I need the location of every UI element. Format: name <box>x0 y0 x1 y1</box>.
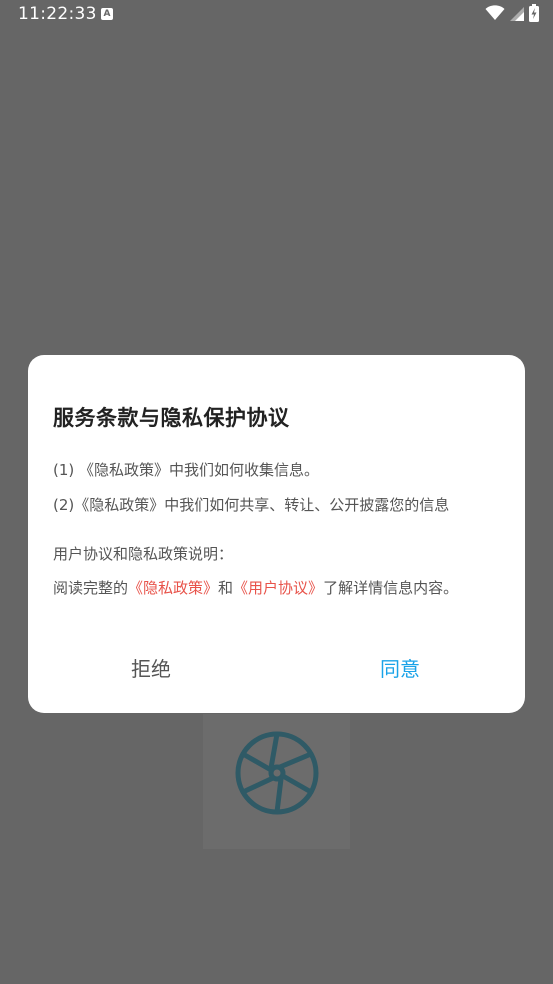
screen: 11:22:33 A 服务条款与隐私保护协议 (1) 《隐私政策》中我们如何收集… <box>0 0 553 984</box>
and-text: 和 <box>218 579 234 597</box>
read-notice: 阅读完整的《隐私政策》和《用户协议》了解详情信息内容。 <box>53 577 458 598</box>
status-icons <box>485 4 539 26</box>
privacy-dialog: 服务条款与隐私保护协议 (1) 《隐私政策》中我们如何收集信息。 (2)《隐私政… <box>28 355 525 713</box>
user-agreement-link[interactable]: 《用户协议》 <box>233 579 323 597</box>
policy-item-share: (2)《隐私政策》中我们如何共享、转让、公开披露您的信息 <box>53 496 450 514</box>
read-prefix: 阅读完整的 <box>53 579 129 597</box>
aperture-icon <box>235 731 319 815</box>
status-time: 11:22:33 <box>18 4 97 24</box>
battery-charging-icon <box>529 4 539 26</box>
reject-button[interactable]: 拒绝 <box>131 653 171 682</box>
notification-a-icon: A <box>101 8 113 20</box>
policy-item-collect: (1) 《隐私政策》中我们如何收集信息。 <box>53 461 320 479</box>
dialog-subtitle: 用户协议和隐私政策说明： <box>53 545 234 563</box>
app-logo-background <box>203 714 350 849</box>
status-bar: 11:22:33 A <box>0 0 553 30</box>
agree-button[interactable]: 同意 <box>380 653 420 682</box>
dialog-title: 服务条款与隐私保护协议 <box>53 406 290 430</box>
read-suffix: 了解详情信息内容。 <box>323 579 459 597</box>
cell-signal-icon <box>510 6 524 25</box>
privacy-policy-link[interactable]: 《隐私政策》 <box>128 579 218 597</box>
wifi-icon <box>485 5 505 25</box>
